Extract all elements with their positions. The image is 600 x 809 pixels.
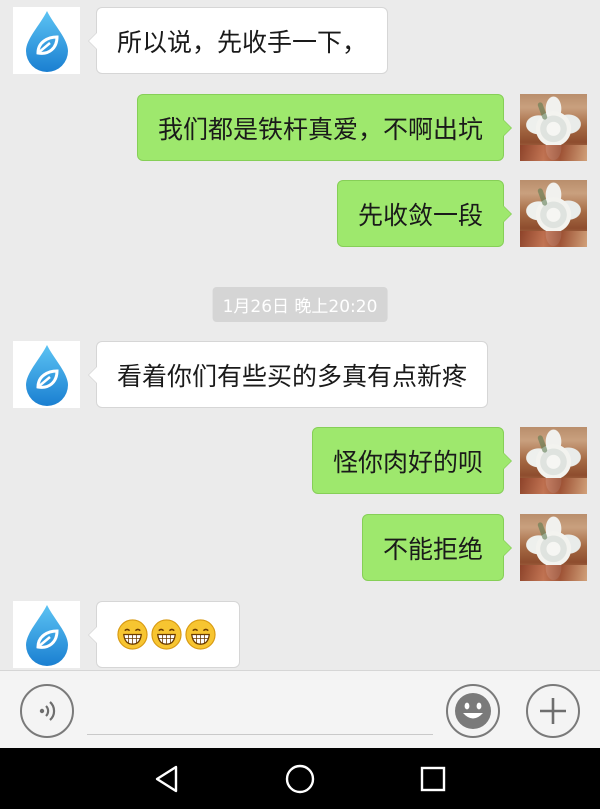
water-drop-avatar[interactable] — [13, 7, 80, 74]
succulent-avatar[interactable] — [520, 180, 587, 247]
water-drop-avatar[interactable] — [13, 601, 80, 668]
message-sent: 我们都是铁杆真爱，不啊出坑 — [136, 94, 587, 161]
voice-button[interactable] — [20, 684, 74, 738]
water-drop-avatar[interactable] — [13, 341, 80, 408]
message-sent: 先收敛一段 — [336, 180, 587, 247]
water-drop-icon — [25, 10, 68, 72]
system-navigation-bar — [0, 748, 600, 809]
message-received — [13, 601, 240, 668]
message-bubble[interactable]: 看着你们有些买的多真有点新疼 — [87, 341, 489, 408]
back-triangle-icon — [155, 765, 178, 793]
message-bubble[interactable]: 先收敛一段 — [336, 180, 513, 247]
more-button[interactable] — [526, 684, 580, 738]
message-bubble[interactable] — [88, 601, 240, 668]
message-sent: 不能拒绝 — [361, 514, 587, 581]
plus-icon — [540, 698, 566, 724]
message-input[interactable] — [87, 683, 433, 735]
message-bubble[interactable]: 不能拒绝 — [361, 514, 513, 581]
message-bubble[interactable]: 怪你肉好的呗 — [311, 427, 513, 494]
message-composer — [0, 670, 600, 748]
message-sent: 怪你肉好的呗 — [311, 427, 587, 494]
voice-icon — [39, 701, 56, 721]
home-circle-icon — [285, 764, 315, 794]
recent-apps-square-icon — [420, 766, 446, 792]
succulent-avatar[interactable] — [520, 94, 587, 161]
water-drop-icon — [25, 344, 68, 406]
succulent-avatar[interactable] — [520, 514, 587, 581]
message-bubble[interactable]: 所以说，先收手一下， — [87, 7, 389, 74]
grinning-face-icon — [185, 619, 216, 650]
succulent-avatar[interactable] — [520, 427, 587, 494]
grinning-face-icon — [117, 619, 148, 650]
home-button[interactable] — [283, 762, 317, 796]
recent-apps-button[interactable] — [416, 762, 450, 796]
emoji-button[interactable] — [446, 684, 500, 738]
back-button[interactable] — [150, 762, 184, 796]
message-received: 看着你们有些买的多真有点新疼 — [13, 341, 489, 408]
message-bubble[interactable]: 我们都是铁杆真爱，不啊出坑 — [136, 94, 513, 161]
chat-area[interactable]: 所以说，先收手一下， 我们都是铁杆真爱，不啊出坑 先收敛一段 1月26日 晚上2… — [0, 0, 600, 670]
water-drop-icon — [25, 604, 68, 666]
message-timestamp: 1月26日 晚上20:20 — [212, 287, 388, 322]
grinning-face-icon — [151, 619, 182, 650]
smiley-icon — [455, 693, 491, 729]
message-received: 所以说，先收手一下， — [13, 7, 389, 74]
